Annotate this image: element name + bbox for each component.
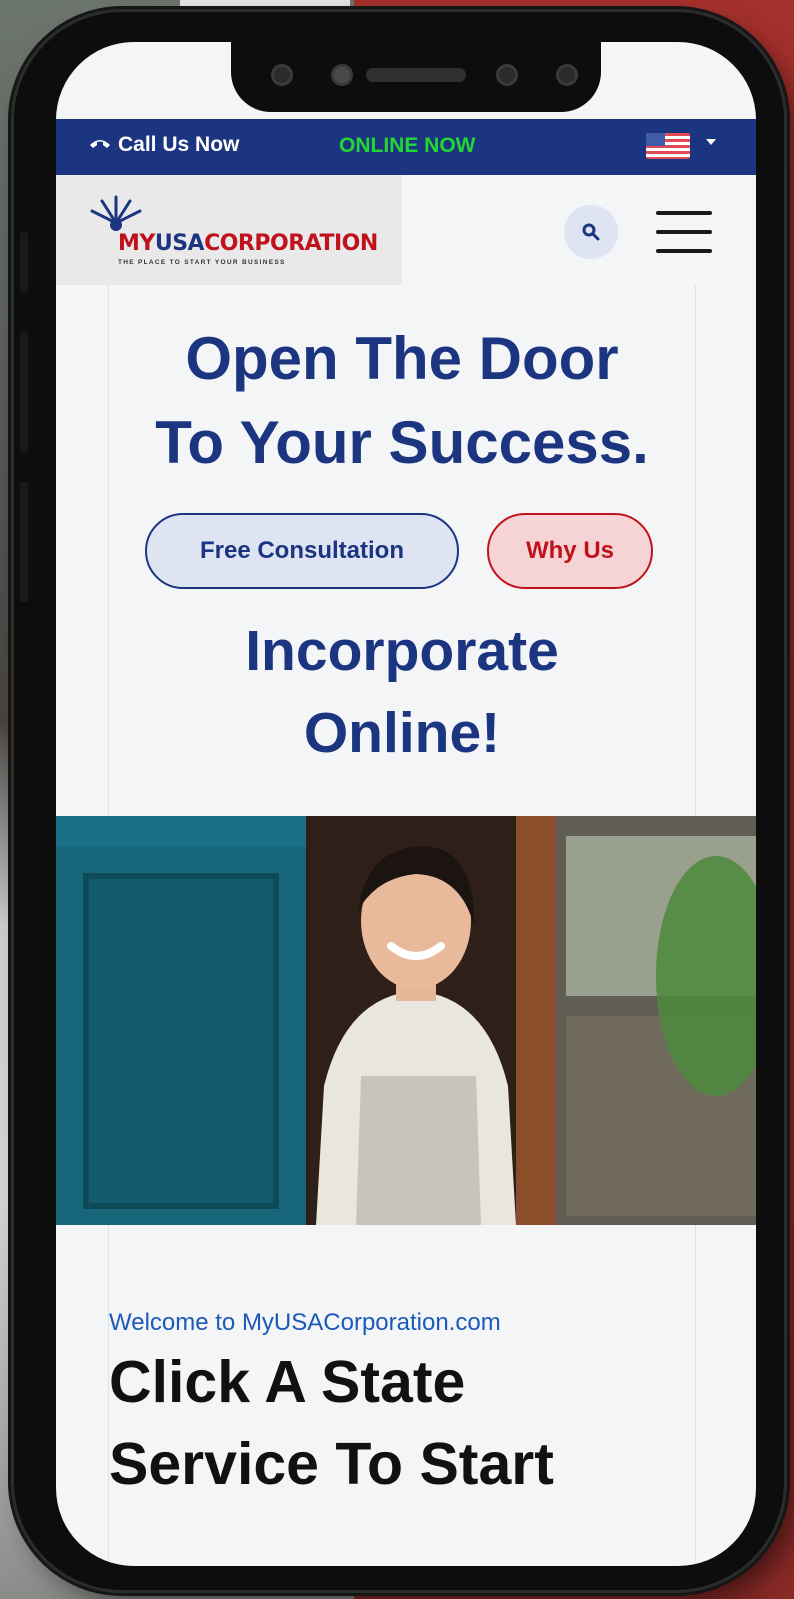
woman-at-door-image xyxy=(56,816,756,1225)
sensor-icon xyxy=(331,64,353,86)
chevron-down-icon[interactable] xyxy=(706,139,716,145)
call-us-label: Call Us Now xyxy=(118,133,240,156)
camera-icon xyxy=(271,64,293,86)
why-us-button[interactable]: Why Us xyxy=(487,513,653,589)
search-button[interactable] xyxy=(564,205,618,259)
us-flag-icon[interactable] xyxy=(646,133,690,159)
hero-photo xyxy=(56,816,756,1225)
camera-icon xyxy=(496,64,518,86)
phone-side-button xyxy=(20,482,28,602)
phone-side-button xyxy=(20,332,28,452)
online-status: ONLINE NOW xyxy=(339,134,476,157)
free-consultation-button[interactable]: Free Consultation xyxy=(145,513,459,589)
welcome-link[interactable]: Welcome to MyUSACorporation.com xyxy=(109,1309,501,1337)
phone-notch xyxy=(231,42,601,112)
hero-subheadline: Incorporate Online! xyxy=(245,619,559,765)
hamburger-menu-icon[interactable] xyxy=(656,211,712,253)
background-strip xyxy=(180,0,350,12)
logo-tagline: THE PLACE TO START YOUR BUSINESS xyxy=(118,259,286,266)
phone-icon xyxy=(88,133,112,157)
phone-screen: Call Us Now ONLINE NOW MYUSACORPORATION … xyxy=(56,42,756,1566)
hero-section: Open The Door To Your Success. Free Cons… xyxy=(108,285,696,816)
statue-of-liberty-icon xyxy=(90,195,142,231)
top-bar: Call Us Now ONLINE NOW xyxy=(56,119,756,175)
welcome-section: Welcome to MyUSACorporation.com Click A … xyxy=(108,1225,696,1566)
site-header: MYUSACORPORATION THE PLACE TO START YOUR… xyxy=(56,175,756,285)
call-us-link[interactable]: Call Us Now xyxy=(88,133,239,157)
phone-frame: Call Us Now ONLINE NOW MYUSACORPORATION … xyxy=(14,12,784,1590)
logo[interactable]: MYUSACORPORATION THE PLACE TO START YOUR… xyxy=(56,175,402,285)
sensor-icon xyxy=(556,64,578,86)
speaker-grille xyxy=(366,68,466,82)
phone-side-button xyxy=(20,232,28,292)
search-icon xyxy=(582,223,600,241)
logo-wordmark: MYUSACORPORATION xyxy=(118,231,378,256)
hero-headline: Open The Door To Your Success. xyxy=(155,325,649,476)
state-service-heading: Click A State Service To Start xyxy=(109,1349,554,1497)
